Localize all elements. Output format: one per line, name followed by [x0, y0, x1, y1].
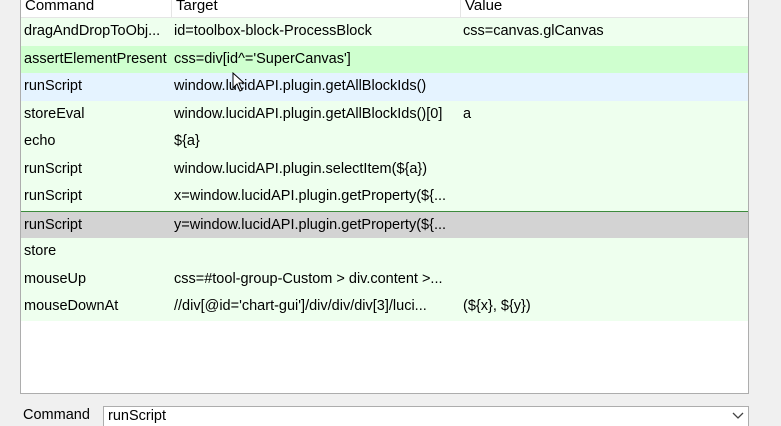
table-row[interactable]: storeEval window.lucidAPI.plugin.getAllB…: [21, 100, 748, 128]
mouse-pointer-icon: [232, 72, 246, 92]
table-row[interactable]: runScript window.lucidAPI.plugin.getAllB…: [21, 73, 748, 101]
value-cell: [460, 156, 748, 184]
command-cell: assertElementPresent: [24, 50, 167, 67]
target-cell: window.lucidAPI.plugin.getAllBlockIds()[…: [174, 105, 443, 122]
value-cell: css=canvas.glCanvas: [463, 23, 604, 39]
command-select[interactable]: runScript: [103, 406, 749, 426]
value-cell: a: [463, 105, 472, 122]
table-body: dragAndDropToObj... id=toolbox-block-Pro…: [21, 18, 748, 321]
test-case-table: Command Target Value dragAndDropToObj...…: [20, 0, 749, 394]
command-cell: store: [24, 243, 57, 259]
command-cell: echo: [24, 133, 56, 149]
target-cell: //div[@id='chart-gui']/div/div/div[3]/lu…: [174, 298, 427, 314]
target-cell: window.lucidAPI.plugin.selectItem(${a}): [174, 160, 428, 177]
command-cell: mouseDownAt: [24, 298, 119, 314]
column-header-value[interactable]: Value: [461, 0, 748, 16]
target-cell: x=window.lucidAPI.plugin.getProperty(${.…: [174, 188, 447, 204]
table-row[interactable]: echo ${a}: [21, 128, 748, 156]
table-row[interactable]: mouseUp css=#tool-group-Custom > div.con…: [21, 265, 748, 294]
vertical-scrollbar[interactable]: [766, 0, 781, 426]
table-row[interactable]: store: [21, 238, 748, 266]
selenium-ide-window: Command Target Value dragAndDropToObj...…: [0, 0, 781, 426]
table-row[interactable]: mouseDownAt //div[@id='chart-gui']/div/d…: [21, 293, 748, 321]
column-header-target[interactable]: Target: [172, 0, 461, 16]
table-row[interactable]: dragAndDropToObj... id=toolbox-block-Pro…: [21, 18, 748, 46]
command-cell: runScript: [24, 216, 83, 233]
value-cell: [460, 266, 748, 294]
command-cell: mouseUp: [24, 270, 87, 287]
command-cell: dragAndDropToObj...: [24, 23, 161, 39]
chevron-down-icon[interactable]: [732, 412, 744, 420]
column-header-command[interactable]: Command: [21, 0, 171, 16]
target-cell: ${a}: [174, 133, 200, 149]
target-cell: css=div[id^='SuperCanvas']: [174, 50, 351, 67]
command-editor: Command runScript: [20, 404, 760, 426]
target-cell: window.lucidAPI.plugin.getAllBlockIds(): [174, 78, 427, 94]
target-cell: [171, 238, 461, 266]
command-label: Command: [23, 407, 90, 423]
value-cell: [460, 183, 748, 211]
value-cell: [460, 46, 748, 74]
command-cell: storeEval: [24, 105, 85, 122]
value-cell: [460, 238, 748, 266]
command-cell: runScript: [24, 78, 83, 94]
command-select-value: runScript: [108, 408, 167, 424]
target-cell: y=window.lucidAPI.plugin.getProperty(${.…: [174, 216, 447, 233]
target-cell: id=toolbox-block-ProcessBlock: [174, 23, 372, 39]
value-cell: [460, 128, 748, 156]
value-cell: [460, 73, 748, 101]
command-cell: runScript: [24, 160, 83, 177]
table-row-current[interactable]: runScript y=window.lucidAPI.plugin.getPr…: [21, 210, 748, 239]
command-cell: runScript: [24, 188, 83, 204]
table-header: Command Target Value: [21, 0, 748, 18]
value-cell: [460, 212, 748, 239]
target-cell: css=#tool-group-Custom > div.content >..…: [174, 270, 443, 287]
value-cell: (${x}, ${y}): [463, 298, 531, 314]
table-row[interactable]: assertElementPresent css=div[id^='SuperC…: [21, 45, 748, 74]
table-row[interactable]: runScript window.lucidAPI.plugin.selectI…: [21, 155, 748, 184]
table-row[interactable]: runScript x=window.lucidAPI.plugin.getPr…: [21, 183, 748, 211]
